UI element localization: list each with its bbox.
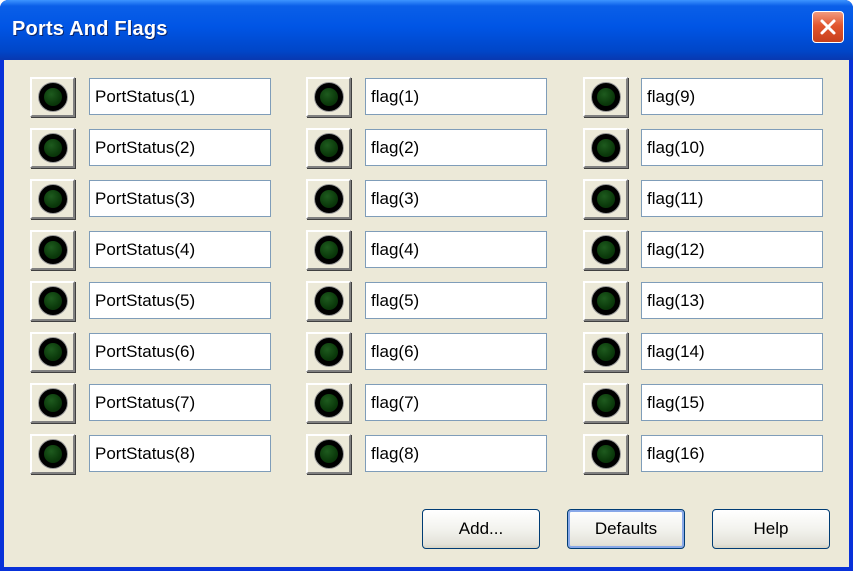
label-field-portstatus-7[interactable]: PortStatus(7) — [89, 384, 271, 421]
label-field-portstatus-8[interactable]: PortStatus(8) — [89, 435, 271, 472]
led-indicator-icon — [314, 287, 343, 315]
label-field-flag-11[interactable]: flag(11) — [641, 180, 823, 217]
led-button-flag-3[interactable] — [306, 179, 351, 219]
led-indicator-icon — [38, 185, 67, 213]
led-indicator-icon — [314, 338, 343, 366]
label-field-portstatus-4[interactable]: PortStatus(4) — [89, 231, 271, 268]
led-button-flag-6[interactable] — [306, 332, 351, 372]
led-button-flag-9[interactable] — [583, 77, 628, 117]
label-field-flag-6[interactable]: flag(6) — [365, 333, 547, 370]
led-indicator-icon — [314, 83, 343, 111]
label-field-flag-10[interactable]: flag(10) — [641, 129, 823, 166]
led-indicator-icon — [314, 389, 343, 417]
led-indicator-icon — [591, 185, 620, 213]
help-button[interactable]: Help — [712, 509, 830, 549]
title-bar[interactable]: Ports And Flags — [0, 0, 853, 60]
led-button-flag-13[interactable] — [583, 281, 628, 321]
label-field-flag-4[interactable]: flag(4) — [365, 231, 547, 268]
led-button-portstatus-8[interactable] — [30, 434, 75, 474]
led-indicator-icon — [38, 440, 67, 468]
led-indicator-icon — [591, 236, 620, 264]
led-indicator-icon — [591, 83, 620, 111]
led-indicator-icon — [38, 338, 67, 366]
label-field-flag-9[interactable]: flag(9) — [641, 78, 823, 115]
led-indicator-icon — [314, 134, 343, 162]
led-button-portstatus-1[interactable] — [30, 77, 75, 117]
label-field-portstatus-3[interactable]: PortStatus(3) — [89, 180, 271, 217]
led-indicator-icon — [38, 287, 67, 315]
led-indicator-icon — [591, 287, 620, 315]
window-title: Ports And Flags — [12, 18, 168, 40]
led-button-portstatus-7[interactable] — [30, 383, 75, 423]
led-indicator-icon — [591, 338, 620, 366]
label-field-flag-7[interactable]: flag(7) — [365, 384, 547, 421]
led-indicator-icon — [38, 389, 67, 417]
led-indicator-icon — [38, 83, 67, 111]
label-field-flag-13[interactable]: flag(13) — [641, 282, 823, 319]
led-indicator-icon — [591, 389, 620, 417]
led-button-flag-11[interactable] — [583, 179, 628, 219]
led-indicator-icon — [38, 236, 67, 264]
led-button-portstatus-6[interactable] — [30, 332, 75, 372]
add-button[interactable]: Add... — [422, 509, 540, 549]
close-icon — [820, 19, 836, 35]
label-field-flag-2[interactable]: flag(2) — [365, 129, 547, 166]
defaults-button[interactable]: Defaults — [567, 509, 685, 549]
label-field-flag-3[interactable]: flag(3) — [365, 180, 547, 217]
label-field-flag-8[interactable]: flag(8) — [365, 435, 547, 472]
led-indicator-icon — [38, 134, 67, 162]
close-button[interactable] — [812, 11, 844, 43]
led-indicator-icon — [314, 185, 343, 213]
led-button-flag-5[interactable] — [306, 281, 351, 321]
label-field-portstatus-2[interactable]: PortStatus(2) — [89, 129, 271, 166]
led-button-flag-12[interactable] — [583, 230, 628, 270]
led-button-flag-4[interactable] — [306, 230, 351, 270]
label-field-portstatus-1[interactable]: PortStatus(1) — [89, 78, 271, 115]
led-button-flag-7[interactable] — [306, 383, 351, 423]
label-field-flag-15[interactable]: flag(15) — [641, 384, 823, 421]
label-field-flag-1[interactable]: flag(1) — [365, 78, 547, 115]
led-button-portstatus-5[interactable] — [30, 281, 75, 321]
label-field-flag-14[interactable]: flag(14) — [641, 333, 823, 370]
led-button-flag-16[interactable] — [583, 434, 628, 474]
led-button-portstatus-4[interactable] — [30, 230, 75, 270]
led-button-flag-14[interactable] — [583, 332, 628, 372]
label-field-flag-16[interactable]: flag(16) — [641, 435, 823, 472]
led-button-flag-1[interactable] — [306, 77, 351, 117]
label-field-portstatus-5[interactable]: PortStatus(5) — [89, 282, 271, 319]
led-button-portstatus-3[interactable] — [30, 179, 75, 219]
led-button-flag-10[interactable] — [583, 128, 628, 168]
label-field-flag-5[interactable]: flag(5) — [365, 282, 547, 319]
led-button-flag-15[interactable] — [583, 383, 628, 423]
led-indicator-icon — [591, 440, 620, 468]
led-button-portstatus-2[interactable] — [30, 128, 75, 168]
label-field-flag-12[interactable]: flag(12) — [641, 231, 823, 268]
led-indicator-icon — [314, 440, 343, 468]
led-indicator-icon — [314, 236, 343, 264]
led-indicator-icon — [591, 134, 620, 162]
dialog-client-area: PortStatus(1) PortStatus(2) PortStatus(3… — [4, 60, 849, 567]
led-button-flag-2[interactable] — [306, 128, 351, 168]
led-button-flag-8[interactable] — [306, 434, 351, 474]
label-field-portstatus-6[interactable]: PortStatus(6) — [89, 333, 271, 370]
ports-and-flags-dialog: Ports And Flags PortStatus(1) PortStatus… — [0, 0, 853, 571]
